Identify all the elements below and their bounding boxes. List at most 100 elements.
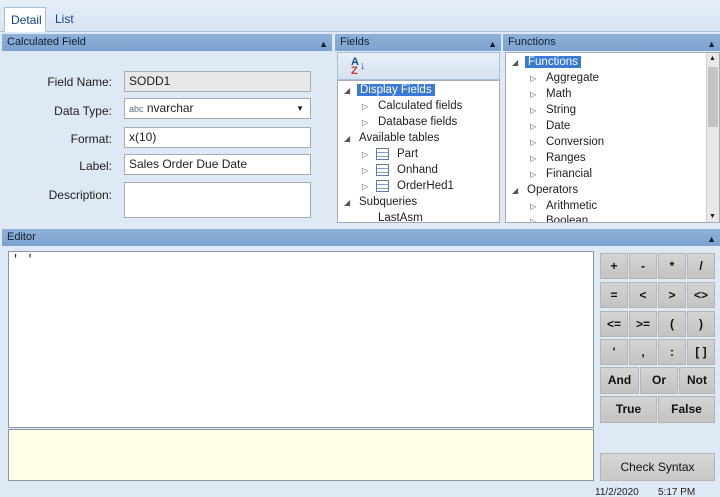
expand-icon[interactable]: ▷ — [530, 167, 536, 182]
fields-panel-header: Fields ▲ — [335, 34, 501, 51]
tree-node-lastasm[interactable]: LastAsm — [378, 211, 423, 223]
tree-node-aggregate[interactable]: ▷ Aggregate — [530, 71, 599, 86]
functions-label: Functions — [525, 56, 581, 68]
tree-node-conversion[interactable]: ▷ Conversion — [530, 135, 604, 150]
tree-node-string[interactable]: ▷ String — [530, 103, 576, 118]
and-button[interactable]: And — [600, 367, 639, 394]
colon-button[interactable]: : — [658, 339, 686, 365]
collapse-icon[interactable]: ◢ — [344, 83, 350, 98]
expand-icon[interactable]: ▷ — [530, 103, 536, 118]
collapse-icon[interactable]: ◢ — [512, 183, 518, 198]
database-fields-label: Database fields — [378, 116, 458, 128]
expand-icon[interactable]: ▷ — [362, 147, 368, 162]
calc-panel-title: Calculated Field — [7, 36, 86, 48]
fields-tree: ◢ Display Fields ▷ Calculated fields ▷ D… — [337, 80, 500, 223]
field-name-input[interactable]: SODD1 — [124, 71, 311, 92]
or-button[interactable]: Or — [640, 367, 678, 394]
not-button[interactable]: Not — [679, 367, 715, 394]
tree-node-database-fields[interactable]: ▷ Database fields — [362, 115, 457, 130]
scroll-down-icon[interactable]: ▼ — [709, 213, 716, 220]
collapse-icon[interactable]: ◢ — [344, 195, 350, 210]
orderhed1-label: OrderHed1 — [397, 180, 454, 192]
tree-node-operators[interactable]: ◢ Operators — [512, 183, 578, 198]
right-paren-button[interactable]: ) — [687, 311, 715, 337]
comma-button[interactable]: , — [629, 339, 657, 365]
not-equal-button[interactable]: <> — [687, 282, 715, 308]
syntax-output — [8, 429, 594, 481]
boolean-label: Boolean — [546, 215, 589, 223]
tab-detail[interactable]: Detail — [4, 7, 46, 32]
false-button[interactable]: False — [658, 396, 715, 423]
expand-icon[interactable]: ▷ — [362, 99, 368, 114]
tree-node-date[interactable]: ▷ Date — [530, 119, 570, 134]
tree-node-boolean[interactable]: ▷ Boolean — [530, 214, 589, 223]
description-label: Description: — [48, 188, 112, 202]
equals-button[interactable]: = — [600, 282, 628, 308]
lastasm-label: LastAsm — [378, 212, 423, 223]
expand-icon[interactable]: ▷ — [362, 115, 368, 130]
status-date: 11/2/2020 — [595, 487, 639, 497]
expand-icon[interactable]: ▷ — [530, 199, 536, 214]
description-input[interactable] — [124, 182, 311, 218]
expand-icon[interactable]: ▷ — [362, 163, 368, 178]
string-label: String — [546, 104, 577, 116]
multiply-button[interactable]: * — [658, 253, 686, 279]
ranges-label: Ranges — [546, 152, 586, 164]
pin-icon[interactable]: ▲ — [488, 36, 497, 53]
left-paren-button[interactable]: ( — [658, 311, 686, 337]
tree-node-calculated-fields[interactable]: ▷ Calculated fields — [362, 99, 462, 114]
operators-label: Operators — [527, 184, 579, 196]
expand-icon[interactable]: ▷ — [530, 119, 536, 134]
tree-node-part[interactable]: ▷ Part — [362, 147, 418, 162]
expand-icon[interactable]: ▷ — [530, 71, 536, 86]
format-label: Format: — [70, 132, 112, 146]
tree-node-orderhed1[interactable]: ▷ OrderHed1 — [362, 179, 454, 194]
data-type-select[interactable]: abc nvarchar ▼ — [124, 98, 311, 119]
expression-text: ' ' — [12, 253, 34, 267]
format-input[interactable]: x(10) — [124, 127, 311, 148]
status-bar: 11/2/2020 5:17 PM — [0, 487, 720, 497]
greater-equal-button[interactable]: >= — [629, 311, 657, 337]
divide-button[interactable]: / — [687, 253, 715, 279]
tree-node-display-fields[interactable]: ◢ Display Fields — [344, 83, 435, 98]
expand-icon[interactable]: ▷ — [530, 135, 536, 150]
table-icon — [376, 148, 389, 160]
collapse-icon[interactable]: ◢ — [512, 55, 518, 70]
true-button[interactable]: True — [600, 396, 657, 423]
sort-az-icon[interactable]: A Z ↓ — [351, 57, 366, 77]
scroll-up-icon[interactable]: ▲ — [709, 55, 716, 62]
tab-list[interactable]: List — [49, 7, 80, 32]
expression-editor[interactable]: ' ' — [8, 251, 594, 428]
plus-button[interactable]: + — [600, 253, 628, 279]
pin-icon[interactable]: ▲ — [319, 36, 328, 53]
label-label: Label: — [79, 159, 112, 173]
pin-icon[interactable]: ▲ — [707, 36, 716, 53]
quote-button[interactable]: ' — [600, 339, 628, 365]
tree-node-subqueries[interactable]: ◢ Subqueries — [344, 195, 417, 210]
functions-scrollbar[interactable]: ▲ ▼ — [706, 53, 719, 222]
tree-node-onhand[interactable]: ▷ Onhand — [362, 163, 438, 178]
tree-node-available-tables[interactable]: ◢ Available tables — [344, 131, 439, 146]
tree-node-math[interactable]: ▷ Math — [530, 87, 572, 102]
check-syntax-button[interactable]: Check Syntax — [600, 453, 715, 481]
subqueries-label: Subqueries — [359, 196, 418, 208]
date-label: Date — [546, 120, 571, 132]
minus-button[interactable]: - — [629, 253, 657, 279]
expand-icon[interactable]: ▷ — [530, 151, 536, 166]
brackets-button[interactable]: [ ] — [687, 339, 715, 365]
label-input[interactable]: Sales Order Due Date — [124, 154, 311, 175]
expand-icon[interactable]: ▷ — [530, 214, 536, 222]
expand-icon[interactable]: ▷ — [362, 179, 368, 194]
scrollbar-thumb[interactable] — [708, 67, 718, 127]
less-than-button[interactable]: < — [629, 282, 657, 308]
collapse-icon[interactable]: ◢ — [344, 131, 350, 146]
tree-node-arithmetic[interactable]: ▷ Arithmetic — [530, 199, 597, 214]
pin-icon[interactable]: ▲ — [707, 231, 716, 248]
tree-node-financial[interactable]: ▷ Financial — [530, 167, 592, 182]
greater-than-button[interactable]: > — [658, 282, 686, 308]
less-equal-button[interactable]: <= — [600, 311, 628, 337]
tree-node-ranges[interactable]: ▷ Ranges — [530, 151, 586, 166]
tree-node-functions[interactable]: ◢ Functions — [512, 55, 581, 70]
expand-icon[interactable]: ▷ — [530, 87, 536, 102]
chevron-down-icon[interactable]: ▼ — [296, 99, 304, 118]
